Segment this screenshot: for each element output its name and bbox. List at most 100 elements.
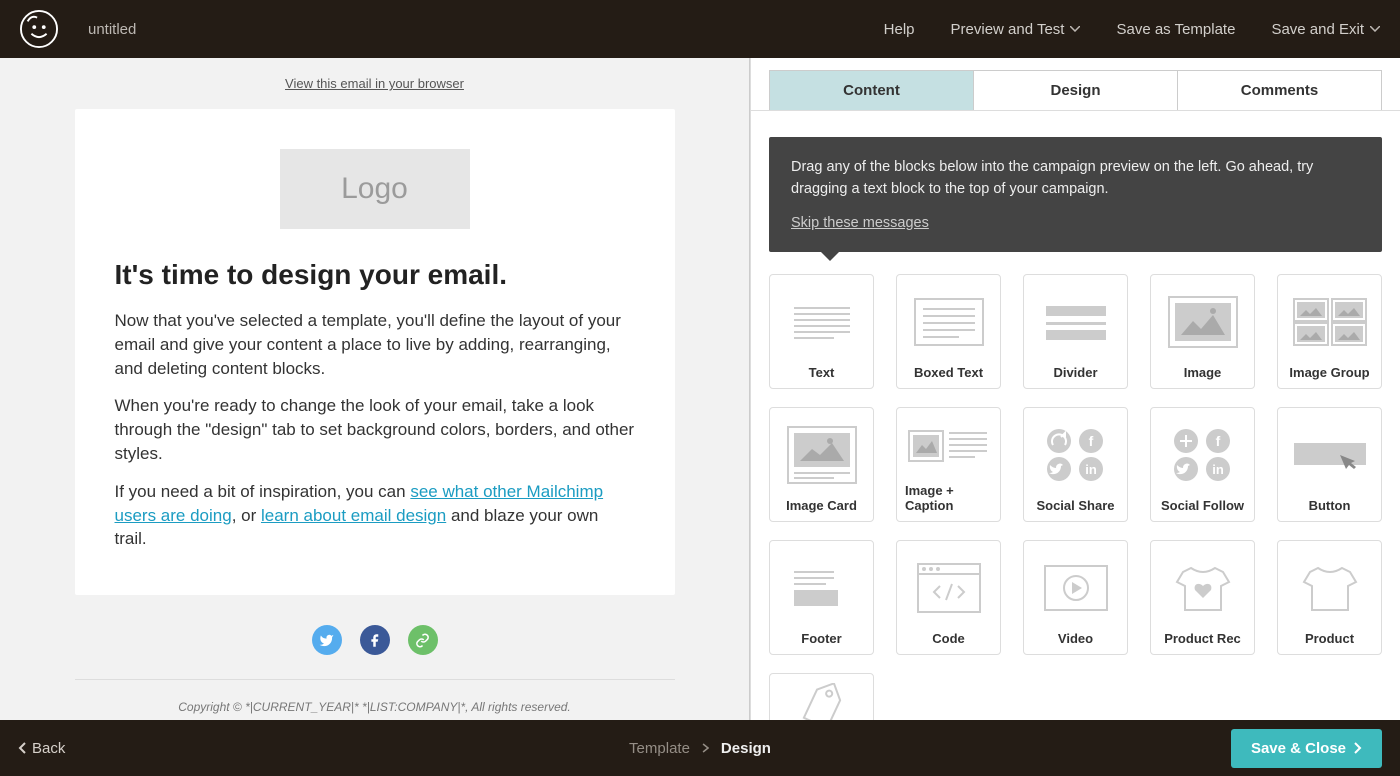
block-button[interactable]: Button (1277, 407, 1382, 522)
text-fragment: If you need a bit of inspiration, you ca… (115, 482, 411, 501)
inspiration-link-2[interactable]: learn about email design (261, 506, 446, 525)
document-title[interactable]: untitled (88, 21, 884, 38)
footer-icon (778, 549, 865, 627)
chevron-right-icon (1354, 742, 1362, 754)
block-label: Image + Caption (905, 479, 992, 513)
button-icon (1286, 416, 1373, 494)
block-label: Boxed Text (914, 361, 983, 380)
svg-text:in: in (1085, 462, 1097, 477)
block-label: Product (1305, 627, 1354, 646)
chevron-right-icon (702, 743, 709, 753)
bottom-bar: Back Template Design Save & Close (0, 720, 1400, 776)
block-label: Social Share (1036, 494, 1114, 513)
breadcrumb-template[interactable]: Template (629, 740, 690, 757)
sidebar-tabs: Content Design Comments (751, 58, 1400, 111)
svg-text:f: f (1088, 433, 1093, 449)
view-in-browser-link[interactable]: View this email in your browser (75, 76, 675, 91)
link-icon[interactable] (408, 625, 438, 655)
block-label: Video (1058, 627, 1093, 646)
block-divider[interactable]: Divider (1023, 274, 1128, 389)
block-text[interactable]: Text (769, 274, 874, 389)
save-close-label: Save & Close (1251, 740, 1346, 757)
divider-icon (1032, 283, 1119, 361)
block-video[interactable]: Video (1023, 540, 1128, 655)
block-image[interactable]: Image (1150, 274, 1255, 389)
chevron-down-icon (1070, 26, 1080, 32)
breadcrumb-design: Design (721, 740, 771, 757)
block-label: Divider (1053, 361, 1097, 380)
chevron-down-icon (1370, 26, 1380, 32)
email-footer[interactable]: Copyright © *|CURRENT_YEAR|* *|LIST:COMP… (75, 698, 675, 720)
email-body[interactable]: Logo It's time to design your email. Now… (75, 109, 675, 595)
nav-preview-test[interactable]: Preview and Test (951, 21, 1081, 38)
email-heading[interactable]: It's time to design your email. (115, 259, 635, 291)
image-icon (1159, 283, 1246, 361)
boxed-text-icon (905, 283, 992, 361)
nav-save-exit[interactable]: Save and Exit (1271, 21, 1380, 38)
nav-preview-label: Preview and Test (951, 21, 1065, 38)
block-label: Image Card (786, 494, 857, 513)
nav-save-template[interactable]: Save as Template (1116, 21, 1235, 38)
svg-text:in: in (1212, 462, 1224, 477)
image-group-icon (1286, 283, 1373, 361)
divider (75, 679, 675, 680)
block-image-card[interactable]: Image Card (769, 407, 874, 522)
back-button[interactable]: Back (18, 740, 65, 757)
block-promo[interactable] (769, 673, 874, 721)
block-label: Button (1309, 494, 1351, 513)
block-boxed-text[interactable]: Boxed Text (896, 274, 1001, 389)
campaign-preview[interactable]: View this email in your browser Logo It'… (0, 58, 750, 720)
mailchimp-logo[interactable] (20, 10, 58, 48)
back-label: Back (32, 740, 65, 757)
block-label: Code (932, 627, 965, 646)
block-image-caption[interactable]: Image + Caption (896, 407, 1001, 522)
social-follow-icon: f in (1159, 416, 1246, 494)
block-label: Image Group (1289, 361, 1369, 380)
top-nav: Help Preview and Test Save as Template S… (884, 21, 1380, 38)
save-close-button[interactable]: Save & Close (1231, 729, 1382, 768)
tab-content[interactable]: Content (769, 70, 974, 110)
tip-arrow-icon (821, 252, 839, 261)
tab-design[interactable]: Design (974, 70, 1178, 110)
skip-messages-link[interactable]: Skip these messages (791, 215, 929, 231)
code-icon (905, 549, 992, 627)
block-label: Social Follow (1161, 494, 1244, 513)
block-image-group[interactable]: Image Group (1277, 274, 1382, 389)
nav-save-exit-label: Save and Exit (1271, 21, 1364, 38)
breadcrumb: Template Design (629, 740, 771, 757)
video-icon (1032, 549, 1119, 627)
email-paragraph-3[interactable]: If you need a bit of inspiration, you ca… (115, 480, 635, 551)
email-paragraph-1[interactable]: Now that you've selected a template, you… (115, 309, 635, 380)
email-paragraph-2[interactable]: When you're ready to change the look of … (115, 394, 635, 465)
block-social-follow[interactable]: f in Social Follow (1150, 407, 1255, 522)
social-share-icon: f in (1032, 416, 1119, 494)
block-code[interactable]: Code (896, 540, 1001, 655)
logo-placeholder[interactable]: Logo (280, 149, 470, 229)
block-label: Product Rec (1164, 627, 1241, 646)
facebook-icon[interactable] (360, 625, 390, 655)
block-label: Footer (801, 627, 841, 646)
tab-comments[interactable]: Comments (1178, 70, 1382, 110)
image-card-icon (778, 416, 865, 494)
block-product[interactable]: Product (1277, 540, 1382, 655)
text-fragment: , or (232, 506, 261, 525)
nav-help[interactable]: Help (884, 21, 915, 38)
block-product-rec[interactable]: Product Rec (1150, 540, 1255, 655)
tip-callout: Drag any of the blocks below into the ca… (769, 137, 1382, 252)
builder-sidebar: Content Design Comments Drag any of the … (750, 58, 1400, 720)
chevron-left-icon (18, 742, 26, 754)
block-label: Image (1184, 361, 1222, 380)
shirt-heart-icon (1159, 549, 1246, 627)
footer-copyright: Copyright © *|CURRENT_YEAR|* *|LIST:COMP… (75, 698, 675, 716)
tip-text: Drag any of the blocks below into the ca… (791, 157, 1360, 201)
block-social-share[interactable]: f in Social Share (1023, 407, 1128, 522)
main-area: View this email in your browser Logo It'… (0, 58, 1400, 720)
image-caption-icon (905, 416, 992, 479)
text-lines-icon (778, 283, 865, 361)
twitter-icon[interactable] (312, 625, 342, 655)
tag-icon (778, 682, 865, 721)
shirt-icon (1286, 549, 1373, 627)
block-footer[interactable]: Footer (769, 540, 874, 655)
social-row (75, 625, 675, 655)
svg-text:f: f (1215, 433, 1220, 449)
